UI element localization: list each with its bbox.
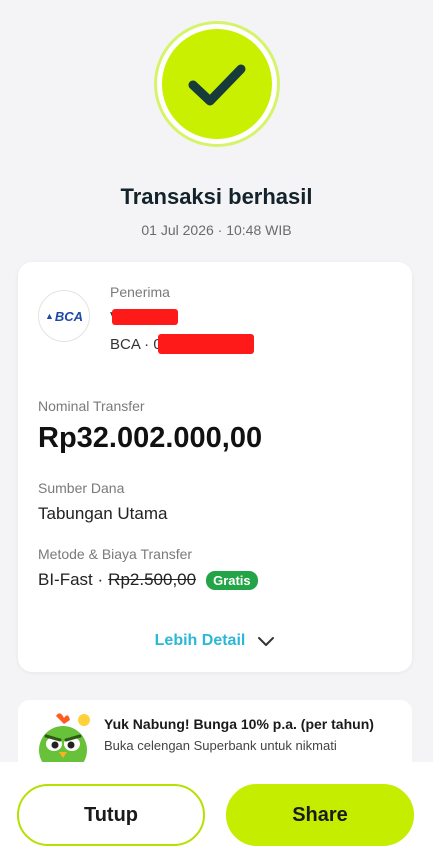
method-row: BI-Fast · Rp2.500,00 Gratis (38, 570, 258, 590)
free-badge: Gratis (206, 570, 258, 590)
more-detail-link[interactable]: Lebih Detail (18, 632, 412, 650)
chevron-down-icon (258, 637, 275, 646)
transaction-datetime: 01 Jul 2026 · 10:48 WIB (141, 222, 292, 238)
share-button[interactable]: Share (226, 784, 414, 846)
more-detail-label: Lebih Detail (154, 632, 246, 649)
recipient-name: V (110, 308, 179, 326)
recipient-bank-prefix: BCA · 0 (110, 335, 162, 353)
nominal-amount: Rp32.002.000,00 (38, 422, 263, 454)
success-status-icon (157, 24, 277, 144)
method-name: BI-Fast · (38, 570, 104, 589)
source-value: Tabungan Utama (38, 504, 168, 523)
recipient-label: Penerima (110, 284, 170, 300)
checkmark-icon (188, 64, 246, 106)
source-label: Sumber Dana (38, 480, 125, 496)
page-title: Transaksi berhasil (120, 184, 313, 209)
original-fee: Rp2.500,00 (108, 570, 197, 589)
redaction-bar (157, 334, 254, 354)
nominal-label: Nominal Transfer (38, 398, 145, 414)
recipient-bank-account: BCA · 0 (110, 334, 254, 354)
promo-title: Yuk Nabung! Bunga 10% p.a. (per tahun) (104, 716, 374, 732)
bank-logo-text: BCA (54, 308, 84, 324)
bca-logo-icon: ▲ BCA (38, 290, 90, 342)
redaction-bar (112, 309, 179, 325)
close-button[interactable]: Tutup (17, 784, 205, 846)
promo-text: Buka celengan Superbank untuk nikmati (104, 738, 337, 753)
transaction-card: ▲ BCA Penerima V BCA · 0 Nominal Transfe… (18, 262, 412, 672)
bottom-action-bar: Tutup Share (0, 762, 433, 860)
method-label: Metode & Biaya Transfer (38, 546, 193, 562)
